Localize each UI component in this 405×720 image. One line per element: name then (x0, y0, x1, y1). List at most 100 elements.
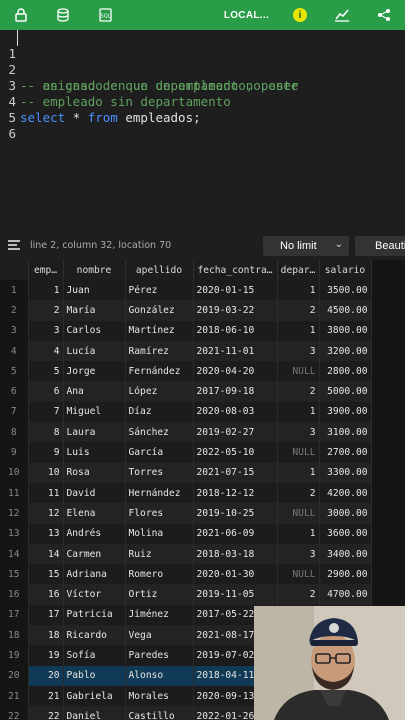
cell-apellido[interactable]: López (125, 381, 194, 402)
cell-fecha[interactable]: 2019-11-05 (193, 584, 278, 605)
cell-nombre[interactable]: Ricardo (63, 625, 126, 646)
cell-apellido[interactable]: Castillo (125, 706, 194, 720)
cell-apellido[interactable]: Romero (125, 564, 194, 585)
cell-apellido[interactable]: Ruiz (125, 543, 194, 565)
cell-nombre[interactable]: Gabriela (63, 685, 126, 707)
cell-emp-id[interactable]: 15 (28, 564, 64, 585)
cell-emp-id[interactable]: 14 (28, 543, 64, 565)
cell-emp-id[interactable]: 16 (28, 584, 64, 605)
cell-fecha[interactable]: 2020-04-20 (193, 361, 278, 382)
table-row[interactable]: 7 7 Miguel Díaz 2020-08-03 1 3900.00 (0, 401, 372, 423)
cell-departamento[interactable]: 2 (277, 381, 320, 402)
cell-departamento[interactable]: 1 (277, 523, 320, 544)
cell-departamento[interactable]: NULL (277, 361, 320, 382)
cell-salario[interactable]: 3400.00 (319, 543, 372, 565)
cell-departamento[interactable]: 2 (277, 300, 320, 321)
column-header[interactable]: nombre (63, 260, 126, 280)
cell-salario[interactable]: 3200.00 (319, 340, 372, 362)
cell-emp-id[interactable]: 13 (28, 523, 64, 544)
cell-fecha[interactable]: 2019-03-22 (193, 300, 278, 321)
column-header[interactable]: emp… (28, 260, 64, 280)
table-row[interactable]: 5 5 Jorge Fernández 2020-04-20 NULL 2800.00 (0, 361, 372, 382)
cell-nombre[interactable]: Carmen (63, 543, 126, 565)
cell-nombre[interactable]: David (63, 482, 126, 504)
table-row[interactable]: 11 11 David Hernández 2018-12-12 2 4200.00 (0, 482, 372, 504)
cell-apellido[interactable]: Ortiz (125, 584, 194, 605)
table-row[interactable]: 10 10 Rosa Torres 2021-07-15 1 3300.00 (0, 462, 372, 483)
cell-salario[interactable]: 4700.00 (319, 584, 372, 605)
cell-fecha[interactable]: 2017-09-18 (193, 381, 278, 402)
cell-fecha[interactable]: 2020-01-15 (193, 280, 278, 301)
column-header[interactable]: salario (319, 260, 372, 280)
cell-apellido[interactable]: Hernández (125, 482, 194, 504)
lock-icon[interactable] (0, 0, 42, 30)
cell-salario[interactable]: 3600.00 (319, 523, 372, 544)
table-row[interactable]: 14 14 Carmen Ruiz 2018-03-18 3 3400.00 (0, 543, 372, 565)
cell-departamento[interactable]: 2 (277, 584, 320, 605)
cell-emp-id[interactable]: 5 (28, 361, 64, 382)
cell-nombre[interactable]: Ana (63, 381, 126, 402)
cell-emp-id[interactable]: 21 (28, 685, 64, 707)
cell-apellido[interactable]: Martínez (125, 320, 194, 341)
cell-fecha[interactable]: 2020-01-30 (193, 564, 278, 585)
column-header[interactable]: fecha_contra… (193, 260, 278, 280)
chart-icon[interactable] (321, 0, 363, 30)
cell-apellido[interactable]: Vega (125, 625, 194, 646)
cell-nombre[interactable]: María (63, 300, 126, 321)
cell-apellido[interactable]: García (125, 442, 194, 463)
cell-fecha[interactable]: 2018-06-10 (193, 320, 278, 341)
cell-salario[interactable]: 3900.00 (319, 401, 372, 423)
cell-salario[interactable]: 4500.00 (319, 300, 372, 321)
connection-label[interactable]: LOCAL... (224, 10, 279, 21)
cell-fecha[interactable]: 2019-02-27 (193, 422, 278, 443)
database-icon[interactable] (42, 0, 84, 30)
table-row[interactable]: 8 8 Laura Sánchez 2019-02-27 3 3100.00 (0, 422, 372, 443)
cell-departamento[interactable]: NULL (277, 442, 320, 463)
cell-emp-id[interactable]: 6 (28, 381, 64, 402)
info-icon[interactable]: i (279, 0, 321, 30)
cell-emp-id[interactable]: 4 (28, 340, 64, 362)
column-header[interactable]: apellido (125, 260, 194, 280)
cell-nombre[interactable]: Elena (63, 503, 126, 524)
cell-salario[interactable]: 2800.00 (319, 361, 372, 382)
cell-salario[interactable]: 5000.00 (319, 381, 372, 402)
cell-fecha[interactable]: 2021-06-09 (193, 523, 278, 544)
table-row[interactable]: 6 6 Ana López 2017-09-18 2 5000.00 (0, 381, 372, 402)
cell-salario[interactable]: 3800.00 (319, 320, 372, 341)
cell-emp-id[interactable]: 3 (28, 320, 64, 341)
sql-editor[interactable]: 1 -- en caso de que un empleado no este … (0, 30, 405, 230)
cell-apellido[interactable]: Fernández (125, 361, 194, 382)
cell-apellido[interactable]: Díaz (125, 401, 194, 423)
cell-apellido[interactable]: Torres (125, 462, 194, 483)
cell-emp-id[interactable]: 7 (28, 401, 64, 423)
cell-salario[interactable]: 3100.00 (319, 422, 372, 443)
cell-emp-id[interactable]: 19 (28, 645, 64, 666)
cell-salario[interactable]: 2900.00 (319, 564, 372, 585)
cell-apellido[interactable]: Molina (125, 523, 194, 544)
cell-fecha[interactable]: 2019-10-25 (193, 503, 278, 524)
cell-salario[interactable]: 4200.00 (319, 482, 372, 504)
cell-emp-id[interactable]: 18 (28, 625, 64, 646)
cell-departamento[interactable]: NULL (277, 503, 320, 524)
cell-salario[interactable]: 3500.00 (319, 280, 372, 301)
cell-departamento[interactable]: 2 (277, 482, 320, 504)
cell-departamento[interactable]: NULL (277, 564, 320, 585)
cell-apellido[interactable]: Morales (125, 685, 194, 707)
cell-nombre[interactable]: Laura (63, 422, 126, 443)
cell-departamento[interactable]: 1 (277, 401, 320, 423)
cell-fecha[interactable]: 2021-07-15 (193, 462, 278, 483)
cell-departamento[interactable]: 1 (277, 320, 320, 341)
cell-apellido[interactable]: Sánchez (125, 422, 194, 443)
table-row[interactable]: 12 12 Elena Flores 2019-10-25 NULL 3000.00 (0, 503, 372, 524)
cell-fecha[interactable]: 2022-05-10 (193, 442, 278, 463)
cell-nombre[interactable]: Luis (63, 442, 126, 463)
table-row[interactable]: 1 1 Juan Pérez 2020-01-15 1 3500.00 (0, 280, 372, 301)
cell-emp-id[interactable]: 8 (28, 422, 64, 443)
table-row[interactable]: 9 9 Luis García 2022-05-10 NULL 2700.00 (0, 442, 372, 463)
cell-emp-id[interactable]: 10 (28, 462, 64, 483)
settings-lines-icon[interactable] (8, 240, 20, 250)
cell-nombre[interactable]: Juan (63, 280, 126, 301)
cell-fecha[interactable]: 2018-03-18 (193, 543, 278, 565)
cell-departamento[interactable]: 3 (277, 422, 320, 443)
table-row[interactable]: 15 15 Adriana Romero 2020-01-30 NULL 2900.00 (0, 564, 372, 585)
